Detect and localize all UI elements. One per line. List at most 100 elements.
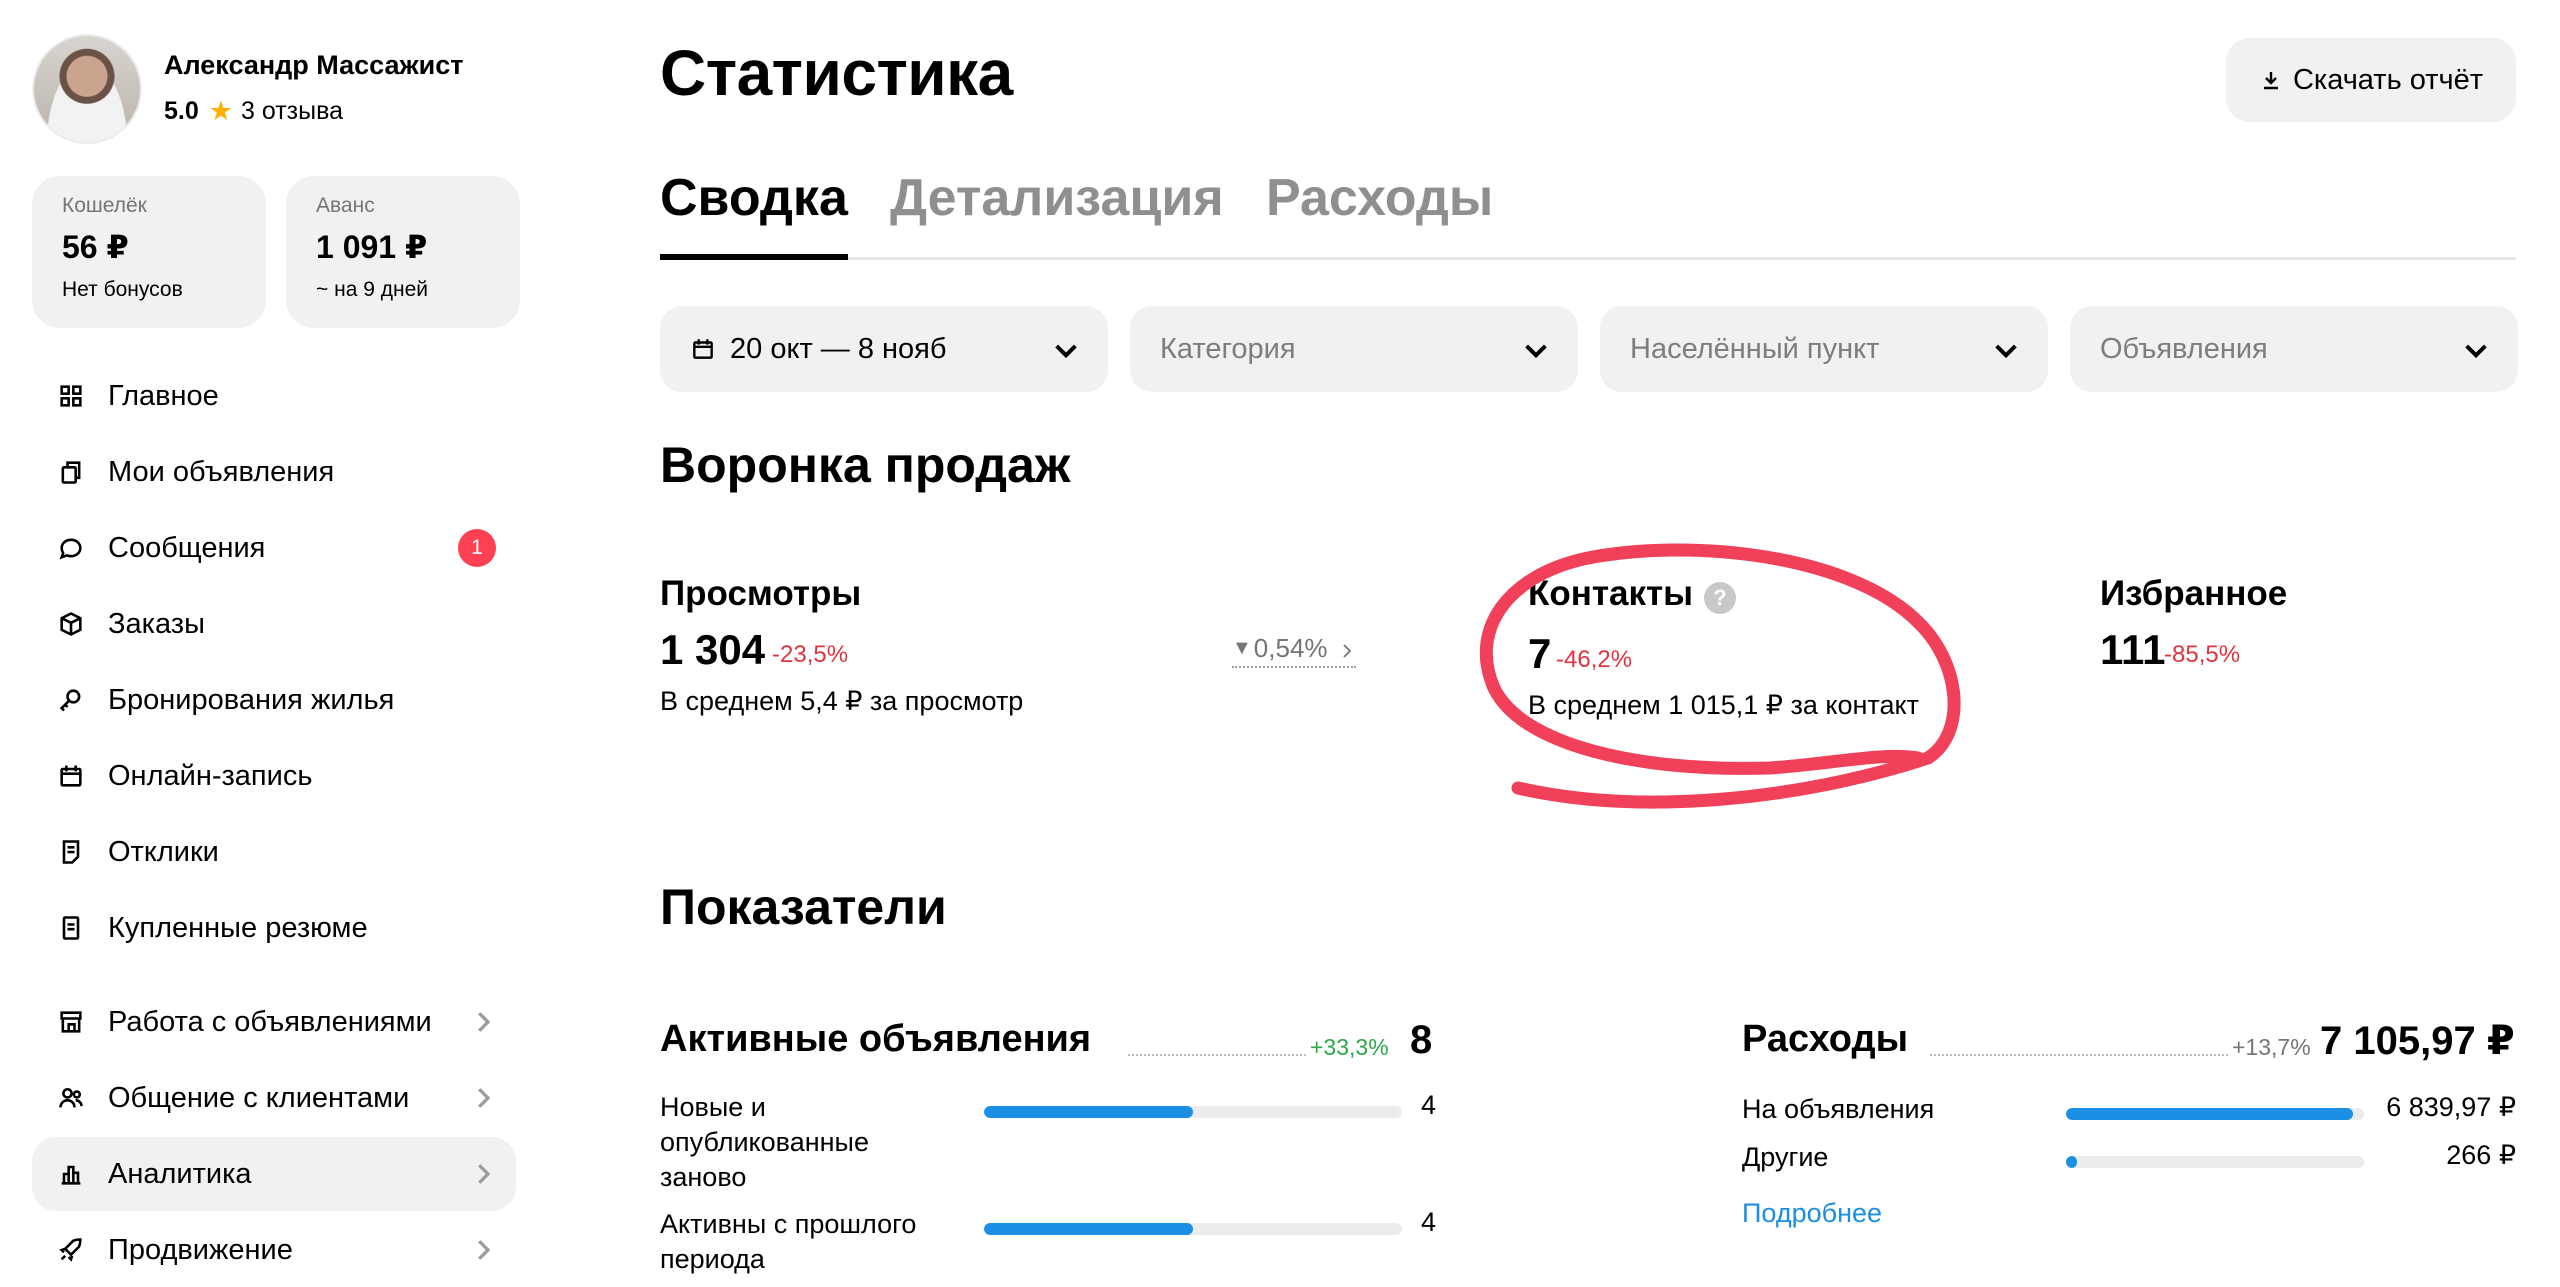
conversion-rate-link[interactable]: ▼ 0,54%	[1232, 633, 1356, 668]
calendar-icon	[690, 336, 716, 362]
previous-period-ads-bar	[984, 1223, 1402, 1235]
sidebar-item-label: Аналитика	[108, 1157, 252, 1190]
dotted-leader	[1128, 1054, 1306, 1056]
location-select[interactable]: Населённый пункт	[1600, 306, 2048, 392]
previous-period-ads-bar-fill	[984, 1223, 1193, 1235]
sidebar-item-online-booking[interactable]: Онлайн-запись	[32, 739, 516, 813]
page-title: Статистика	[660, 37, 1013, 109]
advance-amount: 1 091 ₽	[316, 229, 428, 265]
chevron-down-icon	[1990, 334, 2022, 366]
sidebar-item-label: Онлайн-запись	[108, 759, 313, 792]
tab-expenses[interactable]: Расходы	[1266, 168, 1493, 228]
chevron-right-icon	[1338, 638, 1356, 660]
sidebar-item-bookings[interactable]: Бронирования жилья	[32, 663, 516, 737]
grid-icon	[56, 381, 86, 411]
favorites-value: 111	[2100, 626, 2166, 673]
rocket-icon	[56, 1235, 86, 1265]
active-ads-delta: +33,3%	[1310, 1034, 1389, 1060]
download-report-label: Скачать отчёт	[2292, 63, 2484, 96]
date-range-value: 20 окт — 8 нояб	[730, 332, 947, 365]
favorites-label: Избранное	[2100, 574, 2288, 613]
views-avg-cost: В среднем 5,4 ₽ за просмотр	[660, 686, 1024, 716]
category-select[interactable]: Категория	[1130, 306, 1578, 392]
ads-expenses-label: На объявления	[1742, 1094, 1935, 1124]
calendar-icon	[56, 761, 86, 791]
contacts-label: Контакты	[1528, 574, 1694, 613]
box-icon	[56, 609, 86, 639]
sidebar-item-label: Общение с клиентами	[108, 1081, 410, 1114]
wallet-label: Кошелёк	[62, 194, 147, 217]
ads-expenses-bar	[2066, 1108, 2364, 1120]
tab-summary[interactable]: Сводка	[660, 168, 848, 228]
expenses-delta: +13,7%	[2232, 1034, 2311, 1060]
profile-rating: 5.0 ★ 3 отзыва	[164, 96, 343, 127]
new-ads-value: 4	[1420, 1090, 1436, 1120]
contacts-delta: -46,2%	[1556, 646, 1633, 673]
contacts-value: 7	[1528, 630, 1552, 677]
sidebar-item-label: Мои объявления	[108, 455, 335, 488]
help-icon[interactable]: ?	[1704, 582, 1736, 614]
expenses-title: Расходы	[1742, 1018, 1909, 1060]
avatar[interactable]	[32, 34, 142, 144]
funnel-title: Воронка продаж	[660, 437, 1071, 493]
tab-details[interactable]: Детализация	[890, 168, 1224, 228]
bar-chart-icon	[56, 1159, 86, 1189]
previous-period-ads-label: Активны с прошлого периода	[660, 1209, 917, 1274]
views-label: Просмотры	[660, 574, 862, 613]
views-value: 1 304	[660, 626, 766, 673]
date-range-select[interactable]: 20 окт — 8 нояб	[660, 306, 1108, 392]
reviews-link[interactable]: 3 отзыва	[241, 97, 343, 126]
chevron-right-icon	[468, 1083, 498, 1113]
conversion-rate-value: 0,54%	[1253, 633, 1328, 663]
other-expenses-value: 266 ₽	[2446, 1140, 2516, 1170]
store-icon	[56, 1007, 86, 1037]
chevron-right-icon	[468, 1007, 498, 1037]
advance-card[interactable]: Аванс 1 091 ₽ ~ на 9 дней	[286, 176, 520, 328]
funnel-icon: ▼	[1232, 637, 1252, 659]
expenses-more-link[interactable]: Подробнее	[1742, 1198, 1882, 1229]
chevron-down-icon	[1520, 334, 1552, 366]
sidebar-item-ads-management[interactable]: Работа с объявлениями	[32, 985, 516, 1059]
sidebar-item-messages[interactable]: Сообщения 1	[32, 511, 516, 585]
copy-icon	[56, 457, 86, 487]
sidebar-item-my-ads[interactable]: Мои объявления	[32, 435, 516, 509]
sidebar-item-analytics[interactable]: Аналитика	[32, 1137, 516, 1211]
sidebar-item-label: Купленные резюме	[108, 911, 368, 944]
star-icon: ★	[208, 96, 233, 126]
download-report-button[interactable]: Скачать отчёт	[2226, 38, 2516, 122]
wallet-card[interactable]: Кошелёк 56 ₽ Нет бонусов	[32, 176, 266, 328]
dotted-leader	[1930, 1054, 2228, 1056]
ads-select[interactable]: Объявления	[2070, 306, 2518, 392]
rating-score: 5.0	[164, 97, 199, 125]
users-icon	[56, 1083, 86, 1113]
favorites-delta: -85,5%	[2164, 641, 2241, 668]
new-ads-label: Новые и опубликованные заново	[660, 1092, 869, 1192]
sidebar-item-label: Отклики	[108, 835, 219, 868]
sidebar-item-orders[interactable]: Заказы	[32, 587, 516, 661]
profile-name[interactable]: Александр Массажист	[164, 50, 463, 81]
sidebar-item-bought-resumes[interactable]: Купленные резюме	[32, 891, 516, 965]
unread-badge: 1	[458, 529, 496, 567]
sidebar-item-label: Сообщения	[108, 531, 266, 564]
ads-expenses-bar-fill	[2066, 1108, 2353, 1120]
other-expenses-bar-fill	[2066, 1156, 2078, 1168]
sidebar-item-label: Главное	[108, 379, 219, 412]
sidebar-item-home[interactable]: Главное	[32, 359, 516, 433]
advance-sub: ~ на 9 дней	[316, 278, 428, 301]
other-expenses-label: Другие	[1742, 1142, 1829, 1172]
active-tab-indicator	[660, 254, 848, 260]
views-delta: -23,5%	[772, 641, 849, 668]
chevron-down-icon	[2460, 334, 2492, 366]
ads-placeholder: Объявления	[2100, 332, 2268, 365]
chevron-right-icon	[468, 1159, 498, 1189]
active-ads-total: 8	[1410, 1018, 1433, 1062]
resume-icon	[56, 913, 86, 943]
sidebar-item-client-communication[interactable]: Общение с клиентами	[32, 1061, 516, 1135]
location-placeholder: Населённый пункт	[1630, 332, 1880, 365]
sidebar-item-label: Бронирования жилья	[108, 683, 395, 716]
download-icon	[2263, 72, 2278, 90]
sidebar-item-responses[interactable]: Отклики	[32, 815, 516, 889]
profile-card[interactable]: Александр Массажист 5.0 ★ 3 отзыва	[32, 34, 512, 146]
previous-period-ads-value: 4	[1420, 1207, 1436, 1237]
sidebar-item-promotion[interactable]: Продвижение	[32, 1213, 516, 1287]
